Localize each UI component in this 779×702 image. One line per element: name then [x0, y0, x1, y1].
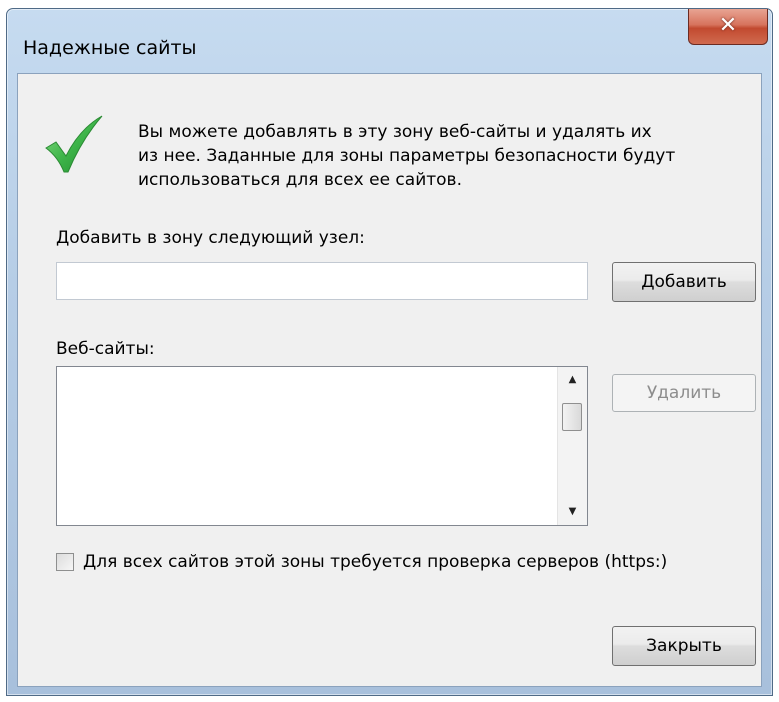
- scroll-thumb[interactable]: [562, 403, 582, 431]
- websites-scrollbar[interactable]: ▲ ▼: [557, 367, 587, 525]
- close-icon: ✕: [718, 13, 738, 38]
- websites-list[interactable]: ▲ ▼: [56, 366, 588, 526]
- title-bar[interactable]: Надежные сайты ✕: [7, 9, 772, 73]
- description-line-2: из нее. Заданные для зоны параметры безо…: [138, 146, 676, 166]
- trusted-sites-dialog: Надежные сайты ✕ Вы можете добавлять в э…: [6, 8, 773, 696]
- dialog-content: Вы можете добавлять в эту зону веб-сайты…: [17, 73, 762, 687]
- websites-label: Веб-сайты:: [56, 339, 155, 359]
- close-window-button[interactable]: ✕: [688, 9, 768, 45]
- https-checkbox-label[interactable]: Для всех сайтов этой зоны требуется пров…: [83, 550, 667, 574]
- add-site-input[interactable]: [56, 262, 588, 300]
- scroll-up-arrow-icon[interactable]: ▲: [558, 367, 587, 393]
- remove-button[interactable]: Удалить: [612, 374, 756, 412]
- https-checkbox[interactable]: [56, 553, 74, 571]
- dialog-title: Надежные сайты: [23, 37, 197, 59]
- close-button[interactable]: Закрыть: [612, 626, 756, 666]
- scroll-down-arrow-icon[interactable]: ▼: [558, 499, 587, 525]
- description-line-1: Вы можете добавлять в эту зону веб-сайты…: [138, 122, 652, 142]
- zone-description: Вы можете добавлять в эту зону веб-сайты…: [138, 120, 738, 192]
- add-site-label: Добавить в зону следующий узел:: [56, 228, 365, 248]
- add-button[interactable]: Добавить: [612, 262, 756, 302]
- green-checkmark-icon: [45, 115, 103, 173]
- description-line-3: использоваться для всех ее сайтов.: [138, 170, 462, 190]
